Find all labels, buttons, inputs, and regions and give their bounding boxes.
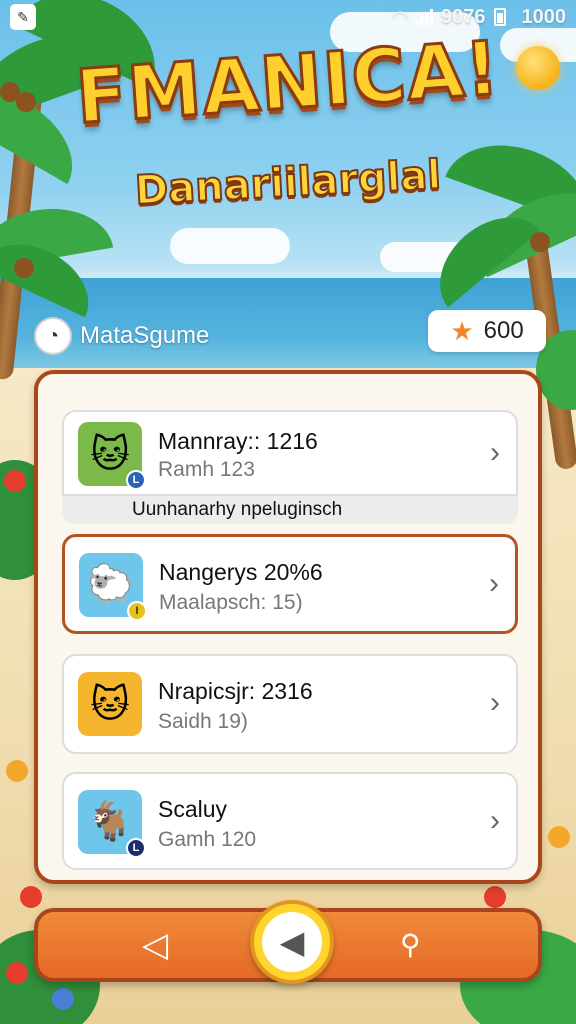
avatar-icon: ◔ xyxy=(34,317,72,355)
center-action-button[interactable]: ◀ xyxy=(250,900,334,984)
cat-icon: 🐱 xyxy=(78,672,142,736)
list-item-subtitle: Gamh 120 xyxy=(158,828,257,851)
cat-icon: 🐱 L xyxy=(78,422,146,490)
coin-value: 600 xyxy=(483,317,524,344)
chevron-right-icon: › xyxy=(490,804,500,837)
list-item-title: Scaluy xyxy=(158,796,228,822)
sheep-icon: 🐑 I xyxy=(79,553,147,621)
goat-icon: 🐐 L xyxy=(78,790,146,858)
list-item-footer: Uunhanarhy npeluginsch xyxy=(62,496,518,524)
play-back-icon: ◀ xyxy=(262,912,322,972)
status-right-text: 1000 xyxy=(521,5,567,28)
badge-icon: I xyxy=(127,601,147,621)
notification-icon: ✎ xyxy=(10,4,36,30)
chevron-right-icon: › xyxy=(490,686,500,719)
starfish-icon: ★ xyxy=(450,316,474,346)
game-list-panel: 🐱 L Mannray:: 1216 Ramh 123 › Uunhanarhy… xyxy=(34,370,542,884)
list-item-title: Nangerys 20%6 xyxy=(159,559,323,585)
battery-icon xyxy=(493,8,506,26)
list-item[interactable]: 🐱 Nrapicsjr: 2316 Saidh 19) › xyxy=(62,654,518,754)
list-item-title: Mannray:: 1216 xyxy=(158,428,318,454)
status-bar: ✎ ◠ 9076 1000 xyxy=(0,0,576,34)
list-item-subtitle: Maalapsch: 15) xyxy=(159,591,303,614)
list-item[interactable]: 🐐 L Scaluy Gamh 120 › xyxy=(62,772,518,870)
list-item-subtitle: Ramh 123 xyxy=(158,458,255,481)
search-icon[interactable]: ⚲ xyxy=(400,931,421,959)
status-time: 9076 xyxy=(441,5,486,28)
bottom-nav-bar: ◁ ◀ ⚲ xyxy=(34,900,542,984)
wifi-icon: ◠ xyxy=(393,6,407,27)
back-triangle-icon[interactable]: ◁ xyxy=(142,928,168,962)
chevron-right-icon: › xyxy=(490,436,500,469)
list-item[interactable]: 🐱 L Mannray:: 1216 Ramh 123 › xyxy=(62,410,518,496)
badge-icon: L xyxy=(126,470,146,490)
user-profile[interactable]: ◔ MataSgume xyxy=(34,316,209,356)
list-item-title: Nrapicsjr: 2316 xyxy=(158,678,313,704)
list-item-subtitle: Saidh 19) xyxy=(158,710,248,733)
list-item[interactable]: 🐑 I Nangerys 20%6 Maalapsch: 15) › xyxy=(62,534,518,634)
chevron-right-icon: › xyxy=(489,567,499,600)
badge-icon: L xyxy=(126,838,146,858)
user-name: MataSgume xyxy=(80,322,210,349)
coin-counter[interactable]: ★ 600 xyxy=(428,310,546,352)
signal-icon xyxy=(415,9,433,25)
